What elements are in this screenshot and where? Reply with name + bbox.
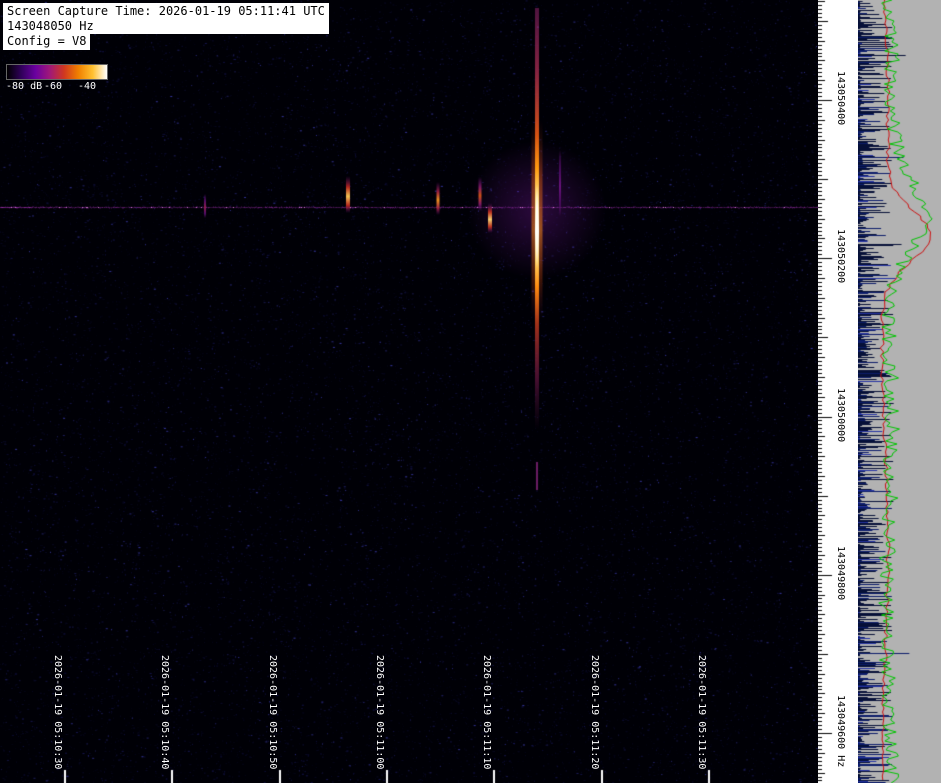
colorbar-gradient bbox=[6, 64, 108, 80]
spectrum-side-panel bbox=[858, 0, 941, 783]
frequency-ruler: 143050400 143050200 143050000 143049800 1430… bbox=[818, 0, 858, 783]
frequency-axis-label: 143050400 bbox=[835, 71, 846, 126]
colorbar: -80 dB -60 -40 bbox=[6, 64, 114, 93]
capture-info-main: Screen Capture Time: 2026-01-19 05:11:41… bbox=[3, 3, 329, 34]
colorbar-label-max: -40 bbox=[78, 81, 97, 92]
frequency-axis-label: 143049600 Hz bbox=[835, 695, 846, 768]
colorbar-label-mid: -60 bbox=[44, 81, 63, 92]
frequency-axis-label: 143049800 bbox=[835, 546, 846, 601]
config-text: Config = V8 bbox=[3, 34, 91, 50]
capture-time-text: Screen Capture Time: 2026-01-19 05:11:41… bbox=[7, 4, 325, 18]
spectrogram-app: Screen Capture Time: 2026-01-19 05:11:41… bbox=[0, 0, 941, 783]
colorbar-labels: -80 dB -60 -40 bbox=[6, 80, 114, 93]
frequency-axis-label: 143050000 bbox=[835, 388, 846, 443]
spectrogram-waterfall bbox=[0, 0, 818, 783]
colorbar-label-min: -80 dB bbox=[6, 81, 43, 92]
center-frequency-text: 143048050 Hz bbox=[7, 19, 94, 33]
capture-info-box: Screen Capture Time: 2026-01-19 05:11:41… bbox=[3, 3, 329, 50]
frequency-axis-label: 143050200 bbox=[835, 229, 846, 284]
